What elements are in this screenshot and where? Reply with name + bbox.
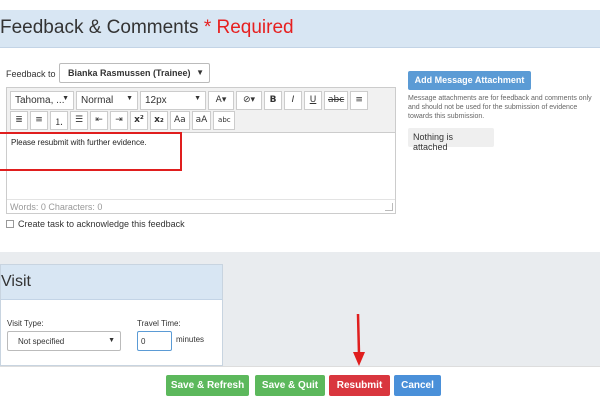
feedback-title: Feedback & Comments * Required [0, 17, 294, 39]
annotation-arrow-shaft [356, 313, 361, 355]
editor-toolbar: Tahoma, ... ▼ Normal ▼ 12px ▼ A▾ ⊘▾ B I U a… [7, 88, 395, 133]
paragraph-style-dropdown[interactable]: Normal ▼ [76, 91, 138, 110]
font-color-button[interactable]: A▾ [208, 91, 234, 110]
underline-button[interactable]: U [304, 91, 322, 110]
lowercase-button[interactable]: aA [191, 111, 212, 130]
paragraph-style-value: Normal [81, 95, 114, 106]
attachment-note: Message attachments are for feedback and… [408, 95, 592, 120]
font-size-value: 12px [145, 95, 167, 106]
feedback-header: Feedback & Comments * Required [0, 10, 600, 48]
subscript-button[interactable]: x₂ [150, 111, 168, 130]
visit-type-select[interactable]: Not specified ▼ [7, 331, 121, 351]
align-right-icon[interactable]: ≡ [30, 111, 48, 130]
chevron-down-icon: ▼ [126, 95, 133, 102]
create-task-label: Create task to acknowledge this feedback [18, 219, 185, 229]
highlight-color-icon[interactable]: ⊘▾ [236, 91, 262, 110]
bold-button[interactable]: B [264, 91, 282, 110]
travel-time-input[interactable]: 0 [137, 331, 172, 351]
travel-time-unit: minutes [176, 335, 205, 344]
strikethrough-button[interactable]: abc [324, 91, 349, 110]
ordered-list-icon[interactable]: ⒈ [50, 111, 68, 130]
resize-handle[interactable] [385, 203, 393, 211]
unordered-list-icon[interactable]: ☰ [70, 111, 88, 130]
chevron-down-icon: ▼ [62, 95, 69, 102]
feedback-to-select[interactable]: Bianka Rasmussen (Trainee) ▼ [59, 63, 210, 83]
add-attachment-button[interactable]: Add Message Attachment [408, 71, 531, 90]
checkbox-icon[interactable] [6, 220, 14, 228]
feedback-to-label: Feedback to [6, 69, 56, 79]
uppercase-button[interactable]: Aa [170, 111, 190, 130]
font-family-dropdown[interactable]: Tahoma, ... ▼ [10, 91, 74, 110]
visit-type-label: Visit Type: [7, 319, 44, 328]
resubmit-button[interactable]: Resubmit [329, 375, 390, 396]
save-quit-button[interactable]: Save & Quit [255, 375, 325, 396]
attachment-status: Nothing is attached [408, 128, 494, 152]
font-family-value: Tahoma, ... [15, 95, 65, 106]
visit-type-value: Not specified [18, 337, 65, 346]
align-center-icon[interactable]: ≣ [10, 111, 28, 130]
chevron-down-icon: ▼ [108, 337, 115, 344]
outdent-icon[interactable]: ⇤ [90, 111, 108, 130]
chevron-down-icon: ▼ [194, 95, 201, 102]
font-color-glyph: A [215, 95, 222, 105]
indent-icon[interactable]: ⇥ [110, 111, 128, 130]
annotation-highlight-box [0, 132, 182, 171]
annotation-arrow-head [353, 352, 365, 366]
travel-time-label: Travel Time: [137, 319, 181, 328]
feedback-to-value: Bianka Rasmussen (Trainee) [68, 68, 191, 78]
top-strip [0, 0, 600, 10]
create-task-checkbox[interactable]: Create task to acknowledge this feedback [6, 219, 185, 229]
spellcheck-button[interactable]: abc [213, 111, 236, 130]
superscript-button[interactable]: x² [130, 111, 148, 130]
visit-title: Visit [1, 273, 31, 290]
visit-panel: Visit Visit Type: Not specified ▼ Travel… [0, 264, 223, 366]
save-refresh-button[interactable]: Save & Refresh [166, 375, 249, 396]
word-count: Words: 0 Characters: 0 [7, 199, 395, 214]
align-justify-icon[interactable]: ≡ [350, 91, 369, 110]
font-size-dropdown[interactable]: 12px ▼ [140, 91, 206, 110]
italic-button[interactable]: I [284, 91, 302, 110]
visit-header: Visit [1, 265, 222, 300]
annotation-arrow-icon [353, 313, 365, 366]
feedback-title-text: Feedback & Comments [0, 17, 199, 38]
required-marker: * Required [203, 17, 294, 38]
chevron-down-icon: ▼ [196, 68, 204, 77]
cancel-button[interactable]: Cancel [394, 375, 441, 396]
spellcheck-label: abc [218, 116, 231, 124]
